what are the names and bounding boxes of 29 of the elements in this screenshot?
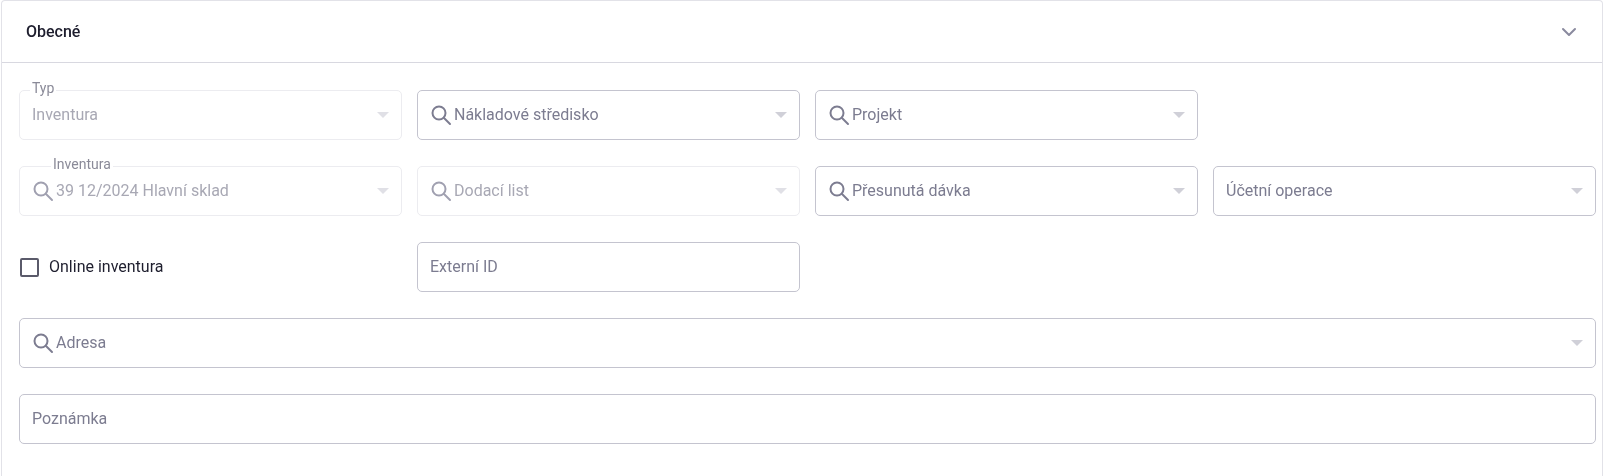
field-placeholder: Projekt <box>852 104 903 126</box>
field-placeholder: Dodací list <box>454 180 529 202</box>
dropdown-caret-icon <box>1173 112 1185 118</box>
input-field[interactable]: Externí ID <box>417 242 800 292</box>
select-field[interactable]: Přesunutá dávka <box>815 166 1198 216</box>
field-label: Typ <box>30 79 57 97</box>
dropdown-caret-icon <box>1571 188 1583 194</box>
dropdown-caret-icon <box>377 112 389 118</box>
dropdown-caret-icon <box>775 112 787 118</box>
checkbox[interactable] <box>20 257 39 277</box>
select-field[interactable]: Účetní operace <box>1213 166 1596 216</box>
checkbox-label: Online inventura <box>49 256 164 278</box>
select-field[interactable]: Projekt <box>815 90 1198 140</box>
field-placeholder: Externí ID <box>430 256 498 278</box>
field-placeholder: Účetní operace <box>1226 180 1333 202</box>
select-field[interactable]: Nákladové středisko <box>417 90 800 140</box>
field-value: Inventura <box>32 104 99 126</box>
dropdown-caret-icon <box>377 188 389 194</box>
dropdown-caret-icon <box>1173 188 1185 194</box>
field-value: 39 12/2024 Hlavní sklad <box>56 180 229 202</box>
field-placeholder: Přesunutá dávka <box>852 180 971 202</box>
field-placeholder: Adresa <box>56 332 107 354</box>
section-title: Obecné <box>26 20 81 43</box>
field-placeholder: Nákladové středisko <box>454 104 599 126</box>
input-field[interactable]: Poznámka <box>19 394 1596 444</box>
select-field[interactable]: Adresa <box>19 318 1596 368</box>
dropdown-caret-icon <box>1571 340 1583 346</box>
field-placeholder: Poznámka <box>32 408 108 430</box>
dropdown-caret-icon <box>775 188 787 194</box>
